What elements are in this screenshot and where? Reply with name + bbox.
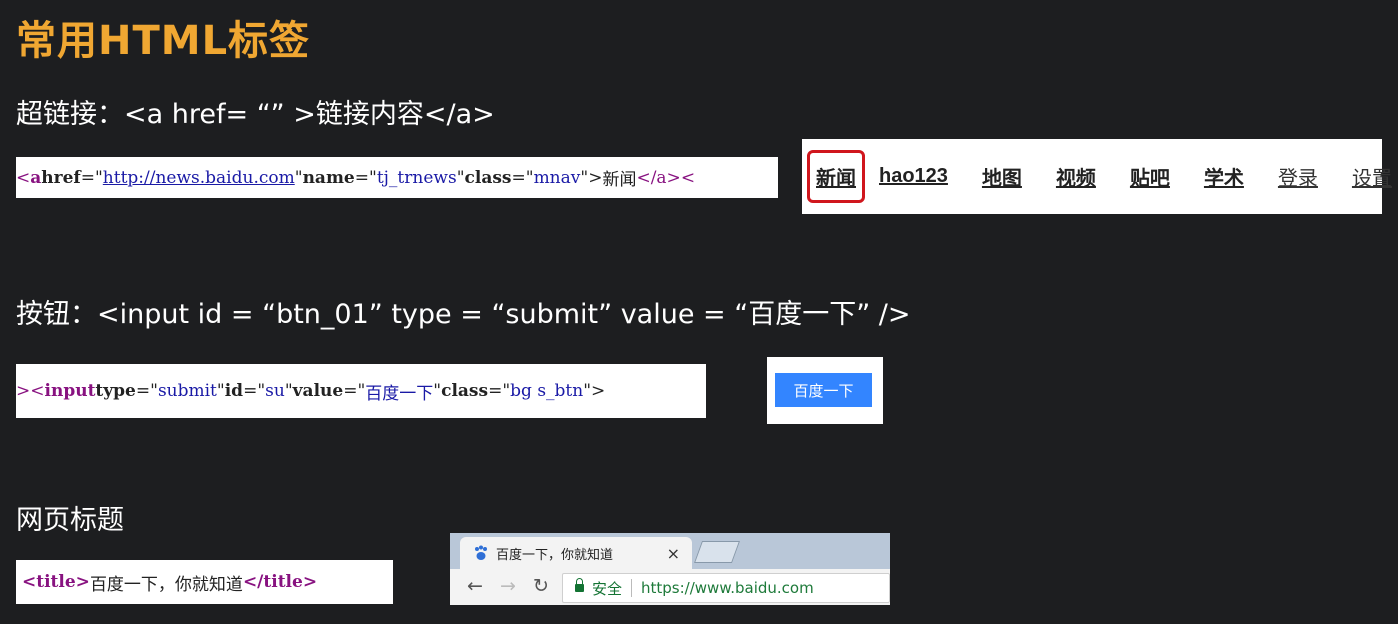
nav-link-tieba[interactable]: 贴吧 xyxy=(1130,162,1170,191)
baidu-search-button[interactable]: 百度一下 xyxy=(775,373,872,407)
nav-link-login[interactable]: 登录 xyxy=(1278,162,1318,191)
nav-link-news[interactable]: 新闻 xyxy=(807,150,865,203)
code-attr-href: href xyxy=(41,167,81,188)
nav-link-hao123[interactable]: hao123 xyxy=(879,165,948,188)
lock-icon xyxy=(575,578,584,592)
code-quote: " xyxy=(284,381,293,401)
code-attr-id: id xyxy=(224,381,244,401)
code-eq: =" xyxy=(343,381,366,401)
secure-label: 安全 xyxy=(592,579,623,598)
nav-link-map[interactable]: 地图 xyxy=(982,162,1022,191)
code-quote: " xyxy=(433,381,442,401)
close-icon[interactable]: × xyxy=(667,544,680,563)
code-attr-class: class xyxy=(441,381,489,401)
code-trail: < xyxy=(680,167,696,188)
slide-title: 常用HTML标签 xyxy=(16,18,311,64)
browser-tab[interactable]: 百度一下，你就知道 × xyxy=(460,537,692,569)
back-arrow-icon[interactable]: ← xyxy=(467,575,483,597)
code-title-text: 百度一下，你就知道 xyxy=(89,574,243,595)
address-url: https://www.baidu.com xyxy=(641,579,814,597)
nav-link-settings[interactable]: 设置 xyxy=(1352,162,1392,191)
button-heading: 按钮：<input id = “btn_01” type = “submit” … xyxy=(16,299,911,330)
code-tag: a xyxy=(30,167,42,188)
code-class-value: mnav xyxy=(533,167,581,188)
title-code-snippet: <title> 百度一下，你就知道 </title> xyxy=(16,560,393,604)
code-tag: input xyxy=(44,381,96,401)
code-href-value[interactable]: http://news.baidu.com xyxy=(103,168,295,188)
browser-tabstrip: 百度一下，你就知道 × xyxy=(450,533,890,569)
code-eq: =" xyxy=(488,381,511,401)
hyperlink-code-snippet: < a href =" http://news.baidu.com " name… xyxy=(16,157,778,198)
input-code-snippet: >< input type =" submit " id =" su " val… xyxy=(16,364,706,418)
baidu-navbar: 新闻 hao123 地图 视频 贴吧 学术 登录 设置 xyxy=(802,139,1392,214)
code-close-tag: </title> xyxy=(242,572,318,592)
code-eq: =" xyxy=(354,167,377,188)
code-attr-name: name xyxy=(302,167,355,188)
code-quote: " xyxy=(456,167,465,188)
code-class-value: bg s_btn xyxy=(510,381,584,401)
code-attr-type: type xyxy=(95,381,136,401)
browser-tab-title: 百度一下，你就知道 xyxy=(496,547,614,563)
code-eq: =" xyxy=(511,167,534,188)
code-lead: >< xyxy=(16,381,45,401)
address-bar[interactable]: 安全 https://www.baidu.com xyxy=(562,573,890,603)
code-quote-close: "> xyxy=(583,381,606,401)
code-attr-value: value xyxy=(292,381,344,401)
code-quote: " xyxy=(294,167,303,188)
code-eq: =" xyxy=(243,381,266,401)
divider xyxy=(631,579,633,597)
reload-icon[interactable]: ↻ xyxy=(533,575,549,597)
code-eq: =" xyxy=(135,381,158,401)
new-tab-button[interactable] xyxy=(693,541,741,563)
code-open-tag: <title> xyxy=(22,572,90,592)
code-quote: " xyxy=(216,381,225,401)
paw-favicon-icon xyxy=(475,545,487,560)
code-close-tag: </a> xyxy=(636,167,681,188)
nav-link-video[interactable]: 视频 xyxy=(1056,162,1096,191)
title-heading: 网页标题 xyxy=(16,505,124,536)
code-quote: "> xyxy=(580,167,603,188)
code-link-text: 新闻 xyxy=(602,170,637,190)
forward-arrow-icon[interactable]: → xyxy=(500,575,516,597)
code-value-value: 百度一下 xyxy=(365,383,434,404)
button-preview: 百度一下 xyxy=(767,357,883,424)
browser-toolbar: ← → ↻ 安全 https://www.baidu.com xyxy=(450,569,890,605)
code-attr-class: class xyxy=(464,167,512,188)
nav-link-xueshu[interactable]: 学术 xyxy=(1204,162,1244,191)
code-name-value: tj_trnews xyxy=(376,167,457,188)
hyperlink-heading: 超链接：<a href= “” >链接内容</a> xyxy=(16,99,495,130)
code-type-value: submit xyxy=(157,381,217,401)
code-lead: < xyxy=(16,167,31,188)
code-eq: =" xyxy=(80,167,103,188)
code-id-value: su xyxy=(265,381,285,401)
browser-preview: 百度一下，你就知道 × ← → ↻ 安全 https://www.baidu.c… xyxy=(450,533,890,605)
